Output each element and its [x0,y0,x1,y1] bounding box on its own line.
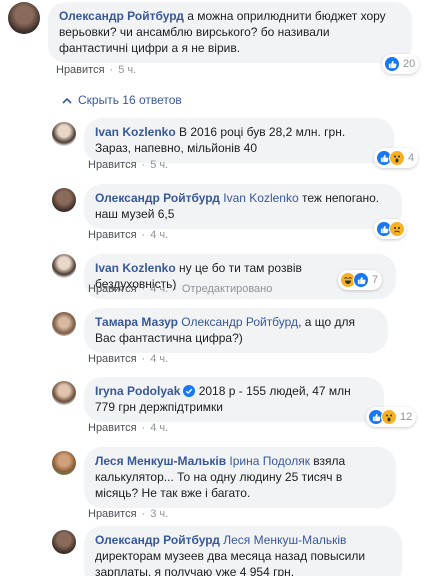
like-link[interactable]: Нравится [56,64,105,76]
like-link[interactable]: Нравится [88,229,137,241]
separator-dot: · [109,64,114,76]
timestamp[interactable]: 3 ч. [150,508,168,520]
wow-reaction-icon [389,150,405,166]
separator-dot: · [141,159,146,171]
separator-dot: · [141,229,146,241]
like-link[interactable]: Нравится [88,283,137,295]
avatar[interactable] [8,2,40,34]
hide-replies-button[interactable]: Скрыть 16 ответов [62,93,182,107]
comment-0: Олександр Ройтбурд а можна оприлюднити б… [8,2,412,63]
comment-meta: Нравится · 3 ч. [88,508,168,520]
reply-2: Олександр Ройтбурд Ivan Kozlenko теж неп… [52,184,402,229]
avatar[interactable] [52,451,76,475]
mention-link[interactable]: Ірина Подоляк [229,454,310,468]
avatar[interactable] [52,381,76,405]
author-name[interactable]: Олександр Ройтбурд [95,533,220,547]
mention-link[interactable]: Ivan Kozlenko [223,191,298,205]
like-link[interactable]: Нравится [88,353,137,365]
author-name[interactable]: Ivan Kozlenko [95,261,176,275]
hide-replies-label: Скрыть 16 ответов [78,93,182,107]
like-link[interactable]: Нравится [88,159,137,171]
separator-dot: · [141,422,146,434]
avatar[interactable] [52,188,76,212]
timestamp[interactable]: 4 ч. [150,353,168,365]
comment-meta: Нравится · 4 ч. [88,422,168,434]
comment-meta: Нравится · 5 ч. [88,159,168,171]
reactions-badge[interactable]: 12 [366,407,417,427]
separator-dot: · [141,283,146,295]
separator-dot: · [141,353,146,365]
comment-meta: Нравится · 4 ч. [88,229,168,241]
author-name[interactable]: Iryna Podolyak [95,384,180,398]
timestamp[interactable]: 4 ч. [150,283,168,295]
timestamp[interactable]: 5 ч. [150,159,168,171]
mention-link[interactable]: Леся Менкуш-Мальків [223,533,346,547]
reply-1: Ivan Kozlenko В 2016 році був 28,2 млн. … [52,118,394,163]
reactions-badge[interactable] [374,219,406,239]
comment-bubble: Леся Менкуш-Мальків Ірина Подоляк взяла … [84,447,396,508]
timestamp[interactable]: 4 ч. [150,422,168,434]
reactions-badge[interactable]: 20 [382,54,420,74]
author-name[interactable]: Олександр Ройтбурд [59,9,184,23]
mention-link[interactable]: Олександр Ройтбурд [181,315,298,329]
comment-meta: Нравится · 4 ч. · Отредактировано [88,283,272,295]
reaction-count: 20 [403,58,416,70]
comment-bubble: Iryna Podolyak 2018 р - 155 людей, 47 мл… [84,377,384,422]
author-name[interactable]: Олександр Ройтбурд [95,191,220,205]
comment-bubble: Тамара Мазур Олександр Ройтбурд, а що дл… [84,308,388,353]
like-reaction-icon [384,56,400,72]
reply-4: Тамара Мазур Олександр Ройтбурд, а що дл… [52,308,388,353]
verified-badge-icon [183,385,196,397]
reply-7: Олександр Ройтбурд Леся Менкуш-Мальків д… [52,526,402,576]
comment-text: директорам музеев два месяца назад повыс… [95,549,366,576]
comment-bubble: Олександр Ройтбурд Леся Менкуш-Мальків д… [84,526,402,576]
like-link[interactable]: Нравится [88,508,137,520]
reaction-count: 7 [372,274,379,286]
reactions-badge[interactable]: 4 [374,148,419,168]
edited-label[interactable]: Отредактировано [182,283,273,295]
sad-reaction-icon [389,221,405,237]
avatar[interactable] [52,122,76,146]
reactions-badge[interactable]: 7 [338,270,383,290]
reply-6: Леся Менкуш-Мальків Ірина Подоляк взяла … [52,447,396,508]
avatar[interactable] [52,254,76,278]
reply-5: Iryna Podolyak 2018 р - 155 людей, 47 мл… [52,377,384,422]
comment-bubble: Ivan Kozlenko В 2016 році був 28,2 млн. … [84,118,394,163]
separator-dot: · [141,508,146,520]
avatar[interactable] [52,530,76,554]
author-name[interactable]: Тамара Мазур [95,315,178,329]
like-link[interactable]: Нравится [88,422,137,434]
avatar[interactable] [52,312,76,336]
wow-reaction-icon [381,409,397,425]
author-name[interactable]: Ivan Kozlenko [95,125,176,139]
comment-bubble: Олександр Ройтбурд а можна оприлюднити б… [48,2,412,63]
author-name[interactable]: Леся Менкуш-Мальків [95,454,226,468]
separator-dot: · [173,283,177,295]
reaction-count: 4 [408,152,415,164]
reaction-count: 12 [400,411,413,423]
like-reaction-icon [353,272,369,288]
comment-bubble: Олександр Ройтбурд Ivan Kozlenko теж неп… [84,184,402,229]
chevron-up-icon [62,93,72,107]
timestamp[interactable]: 5 ч. [118,64,136,76]
comment-meta: Нравится · 5 ч. [56,64,136,76]
timestamp[interactable]: 4 ч. [150,229,168,241]
comment-meta: Нравится · 4 ч. [88,353,168,365]
